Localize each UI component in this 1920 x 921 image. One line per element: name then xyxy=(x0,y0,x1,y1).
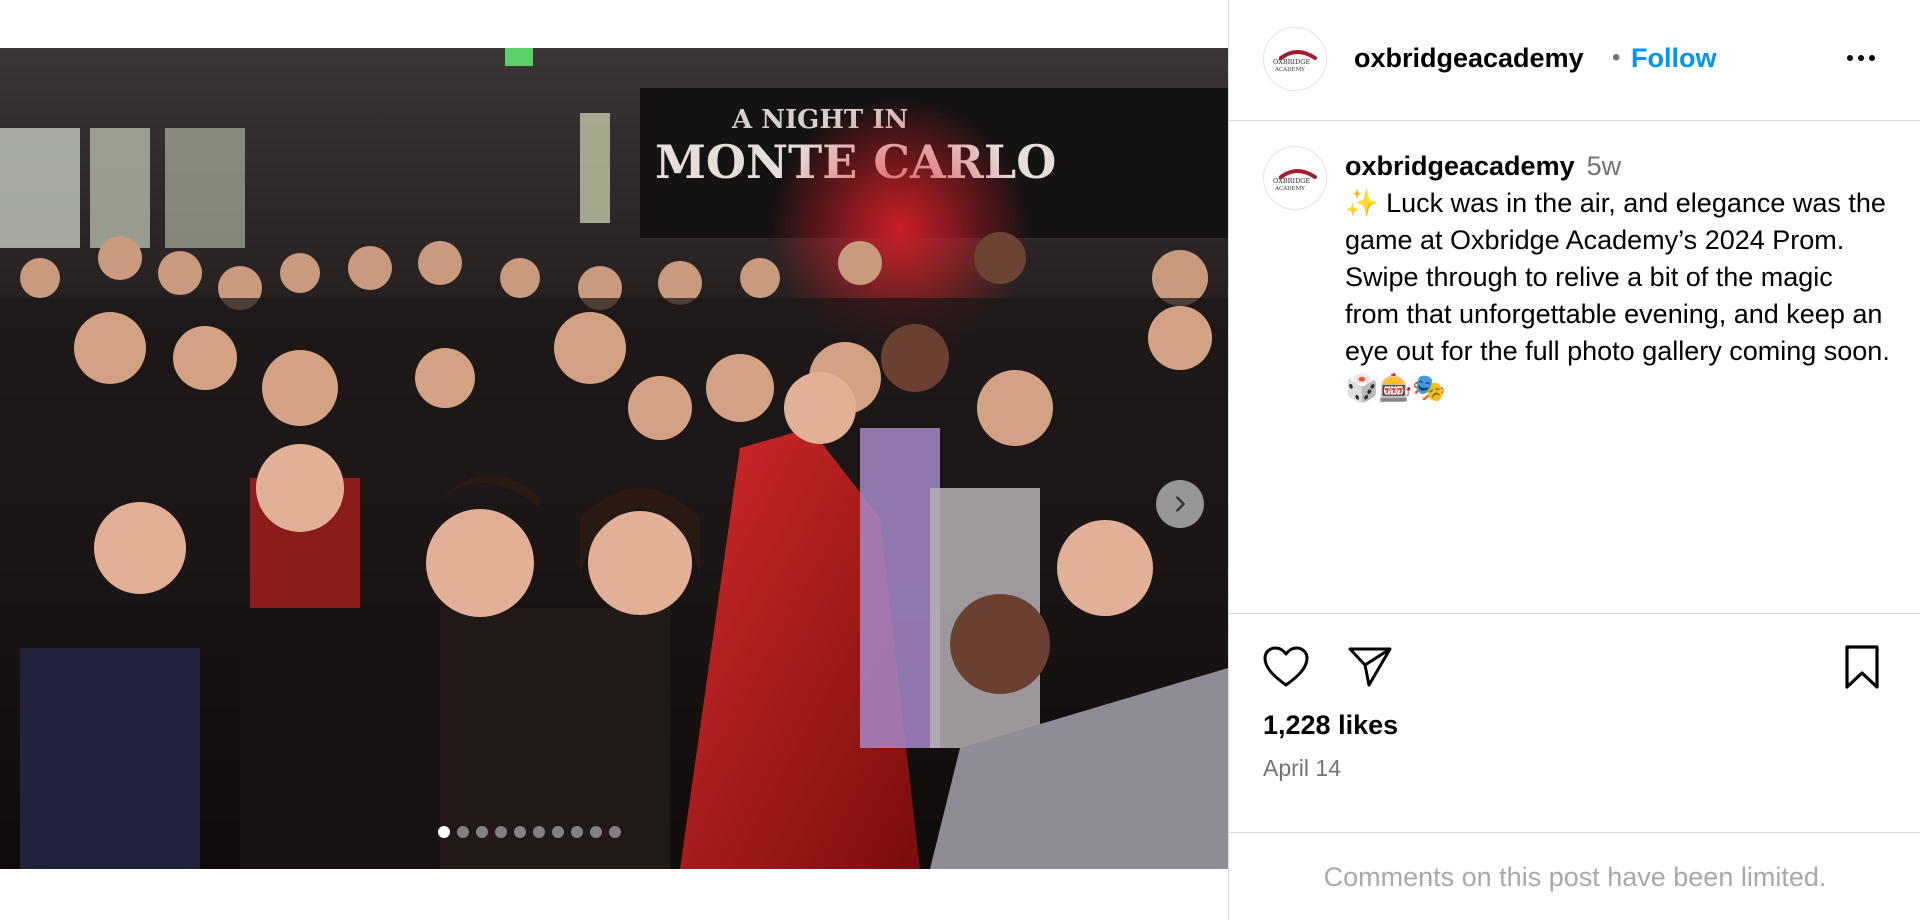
more-dot xyxy=(1858,55,1864,61)
carousel-next-button[interactable] xyxy=(1156,480,1204,528)
more-options-button[interactable] xyxy=(1841,40,1881,76)
comments-bar: Comments on this post have been limited. xyxy=(1229,832,1920,921)
header-separator: • xyxy=(1612,44,1621,71)
carousel-dot[interactable] xyxy=(513,826,526,838)
like-button[interactable] xyxy=(1261,642,1311,692)
post-time[interactable]: 5w xyxy=(1587,151,1622,181)
carousel-dot[interactable] xyxy=(570,826,583,838)
caption-username[interactable]: oxbridgeacademy xyxy=(1345,151,1575,181)
carousel-dot[interactable] xyxy=(456,826,469,838)
follow-button[interactable]: Follow xyxy=(1631,43,1716,74)
chevron-right-icon xyxy=(1176,496,1185,512)
save-button[interactable] xyxy=(1837,642,1887,692)
carousel-dot[interactable] xyxy=(589,826,602,838)
carousel-dot[interactable] xyxy=(494,826,507,838)
svg-text:OXBRIDGE: OXBRIDGE xyxy=(1273,58,1310,66)
post-actions: 1,228 likes April 14 xyxy=(1229,613,1920,834)
carousel-dot[interactable] xyxy=(475,826,488,838)
caption-text: ✨ Luck was in the air, and elegance was … xyxy=(1345,188,1898,403)
avatar[interactable]: OXBRIDGE ACADEMY xyxy=(1263,27,1327,91)
post-date[interactable]: April 14 xyxy=(1263,755,1341,782)
share-button[interactable] xyxy=(1345,642,1395,692)
paper-plane-icon xyxy=(1348,647,1392,687)
svg-text:OXBRIDGE: OXBRIDGE xyxy=(1273,177,1310,185)
post-caption: oxbridgeacademy 5w ✨ Luck was in the air,… xyxy=(1345,148,1890,407)
carousel-dot[interactable] xyxy=(532,826,545,838)
bookmark-icon xyxy=(1845,645,1879,689)
post-sidebar: OXBRIDGE ACADEMY oxbridgeacademy • Follo… xyxy=(1228,0,1920,920)
header-username[interactable]: oxbridgeacademy xyxy=(1354,43,1584,74)
caption-avatar[interactable]: OXBRIDGE ACADEMY xyxy=(1263,146,1327,210)
more-dot xyxy=(1869,55,1875,61)
carousel-dot[interactable] xyxy=(437,826,450,838)
prom-group-photo: A NIGHT IN MONTE CARLO xyxy=(0,48,1228,869)
carousel-dots xyxy=(0,826,1143,838)
heart-icon xyxy=(1263,646,1309,687)
svg-text:ACADEMY: ACADEMY xyxy=(1274,186,1305,192)
post-header: OXBRIDGE ACADEMY oxbridgeacademy • Follo… xyxy=(1229,0,1920,121)
oxbridge-logo-icon: OXBRIDGE ACADEMY xyxy=(1273,50,1317,73)
carousel-dot[interactable] xyxy=(551,826,564,838)
svg-text:ACADEMY: ACADEMY xyxy=(1274,67,1305,73)
comments-limited-notice: Comments on this post have been limited. xyxy=(1323,861,1827,892)
oxbridge-logo-icon: OXBRIDGE ACADEMY xyxy=(1273,169,1317,192)
likes-count[interactable]: 1,228 likes xyxy=(1263,710,1398,741)
carousel-dot[interactable] xyxy=(608,826,621,838)
post-photo[interactable]: A NIGHT IN MONTE CARLO xyxy=(0,48,1228,869)
more-icon xyxy=(1847,55,1853,61)
media-panel: A NIGHT IN MONTE CARLO xyxy=(0,0,1228,920)
